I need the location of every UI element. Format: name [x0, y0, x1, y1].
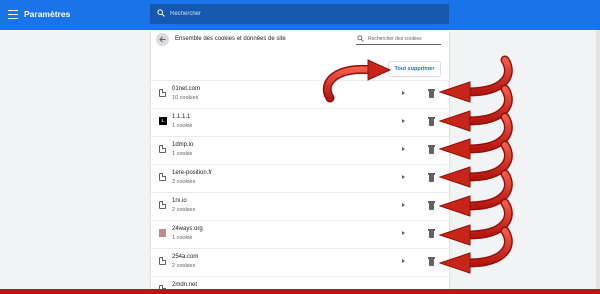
- red-arrow-shaft: [463, 140, 513, 182]
- expand-arrow-icon[interactable]: [402, 175, 405, 179]
- red-arrow-shaft: [463, 112, 513, 154]
- delete-all-button[interactable]: Tout supprimer: [388, 61, 441, 77]
- site-name: 1.1.1.1: [172, 114, 191, 120]
- site-name: 24ways.org: [172, 226, 203, 232]
- site-name: 1dmp.io: [172, 142, 194, 148]
- cookie-count: 1 cookie: [172, 123, 193, 129]
- red-arrow-shaft: [463, 55, 513, 97]
- document-icon: [159, 201, 166, 209]
- red-arrow-shaft: [465, 114, 512, 152]
- list-item[interactable]: 1. 1.1.1.1 1 cookie: [151, 108, 449, 136]
- header-bar: Paramètres: [0, 0, 600, 30]
- search-icon: [357, 35, 364, 42]
- cookie-search-box[interactable]: [356, 33, 441, 45]
- trash-icon[interactable]: [428, 229, 435, 238]
- list-item[interactable]: 254a.com 2 cookies: [151, 248, 449, 276]
- red-arrow-shaft: [463, 84, 513, 126]
- page-scrollbar[interactable]: [596, 30, 600, 294]
- panel-title: Ensemble des cookies et données de site: [175, 36, 286, 42]
- site-name: 01net.com: [172, 86, 201, 92]
- back-arrow-icon: [159, 36, 166, 43]
- red-arrow-shaft: [465, 200, 512, 238]
- cookie-search-input[interactable]: [368, 34, 440, 43]
- red-arrow-shaft: [465, 228, 512, 266]
- list-item[interactable]: 24ways.org 1 cookie: [151, 220, 449, 248]
- document-icon: [159, 257, 166, 265]
- trash-icon[interactable]: [428, 89, 435, 98]
- cookie-count: 2 cookies: [172, 263, 196, 269]
- favicon-24ways-icon: [159, 229, 166, 237]
- list-item[interactable]: 01net.com 10 cookies: [151, 80, 449, 108]
- expand-arrow-icon[interactable]: [402, 259, 405, 263]
- hamburger-menu-icon[interactable]: [8, 10, 18, 19]
- page-title: Paramètres: [24, 9, 71, 19]
- red-arrow-shaft: [465, 142, 512, 180]
- back-button[interactable]: [156, 33, 169, 46]
- trash-icon[interactable]: [428, 201, 435, 210]
- site-name: 254a.com: [172, 254, 199, 260]
- trash-icon[interactable]: [428, 173, 435, 182]
- expand-arrow-icon[interactable]: [402, 91, 405, 95]
- site-name: 2mdn.net: [172, 282, 198, 288]
- expand-arrow-icon[interactable]: [402, 147, 405, 151]
- taskbar: [0, 289, 600, 294]
- cookie-count: 1 cookie: [172, 235, 193, 241]
- search-icon: [157, 9, 165, 17]
- trash-icon[interactable]: [428, 117, 435, 126]
- document-icon: [159, 89, 166, 97]
- trash-icon[interactable]: [428, 145, 435, 154]
- red-arrow-shaft: [463, 169, 513, 211]
- list-item[interactable]: 1rx.io 2 cookies: [151, 192, 449, 220]
- document-icon: [159, 173, 166, 181]
- expand-arrow-icon[interactable]: [402, 203, 405, 207]
- cookies-panel: Ensemble des cookies et données de site …: [151, 30, 449, 294]
- red-arrow-shaft: [465, 57, 512, 95]
- cookie-count: 1 cookie: [172, 151, 193, 157]
- cookie-count: 10 cookies: [172, 95, 199, 101]
- expand-arrow-icon[interactable]: [402, 119, 405, 123]
- favicon-1111-icon: 1.: [159, 117, 167, 125]
- trash-icon[interactable]: [428, 257, 435, 266]
- document-icon: [159, 145, 166, 153]
- red-arrow-shaft: [463, 198, 513, 240]
- cookie-count: 3 cookies: [172, 179, 196, 185]
- list-item[interactable]: 1dmp.io 1 cookie: [151, 136, 449, 164]
- expand-arrow-icon[interactable]: [402, 231, 405, 235]
- settings-search-bar[interactable]: [150, 4, 449, 24]
- cookie-count: 2 cookies: [172, 207, 196, 213]
- site-name: 1ere-position.fr: [172, 170, 213, 176]
- red-arrows-to-trash-icons: [438, 55, 513, 274]
- red-arrow-shaft: [463, 226, 513, 268]
- settings-search-input[interactable]: [170, 7, 440, 21]
- red-arrow-shaft: [465, 86, 512, 124]
- list-item[interactable]: 1ere-position.fr 3 cookies: [151, 164, 449, 192]
- site-name: 1rx.io: [172, 198, 187, 204]
- red-arrow-shaft: [465, 171, 512, 209]
